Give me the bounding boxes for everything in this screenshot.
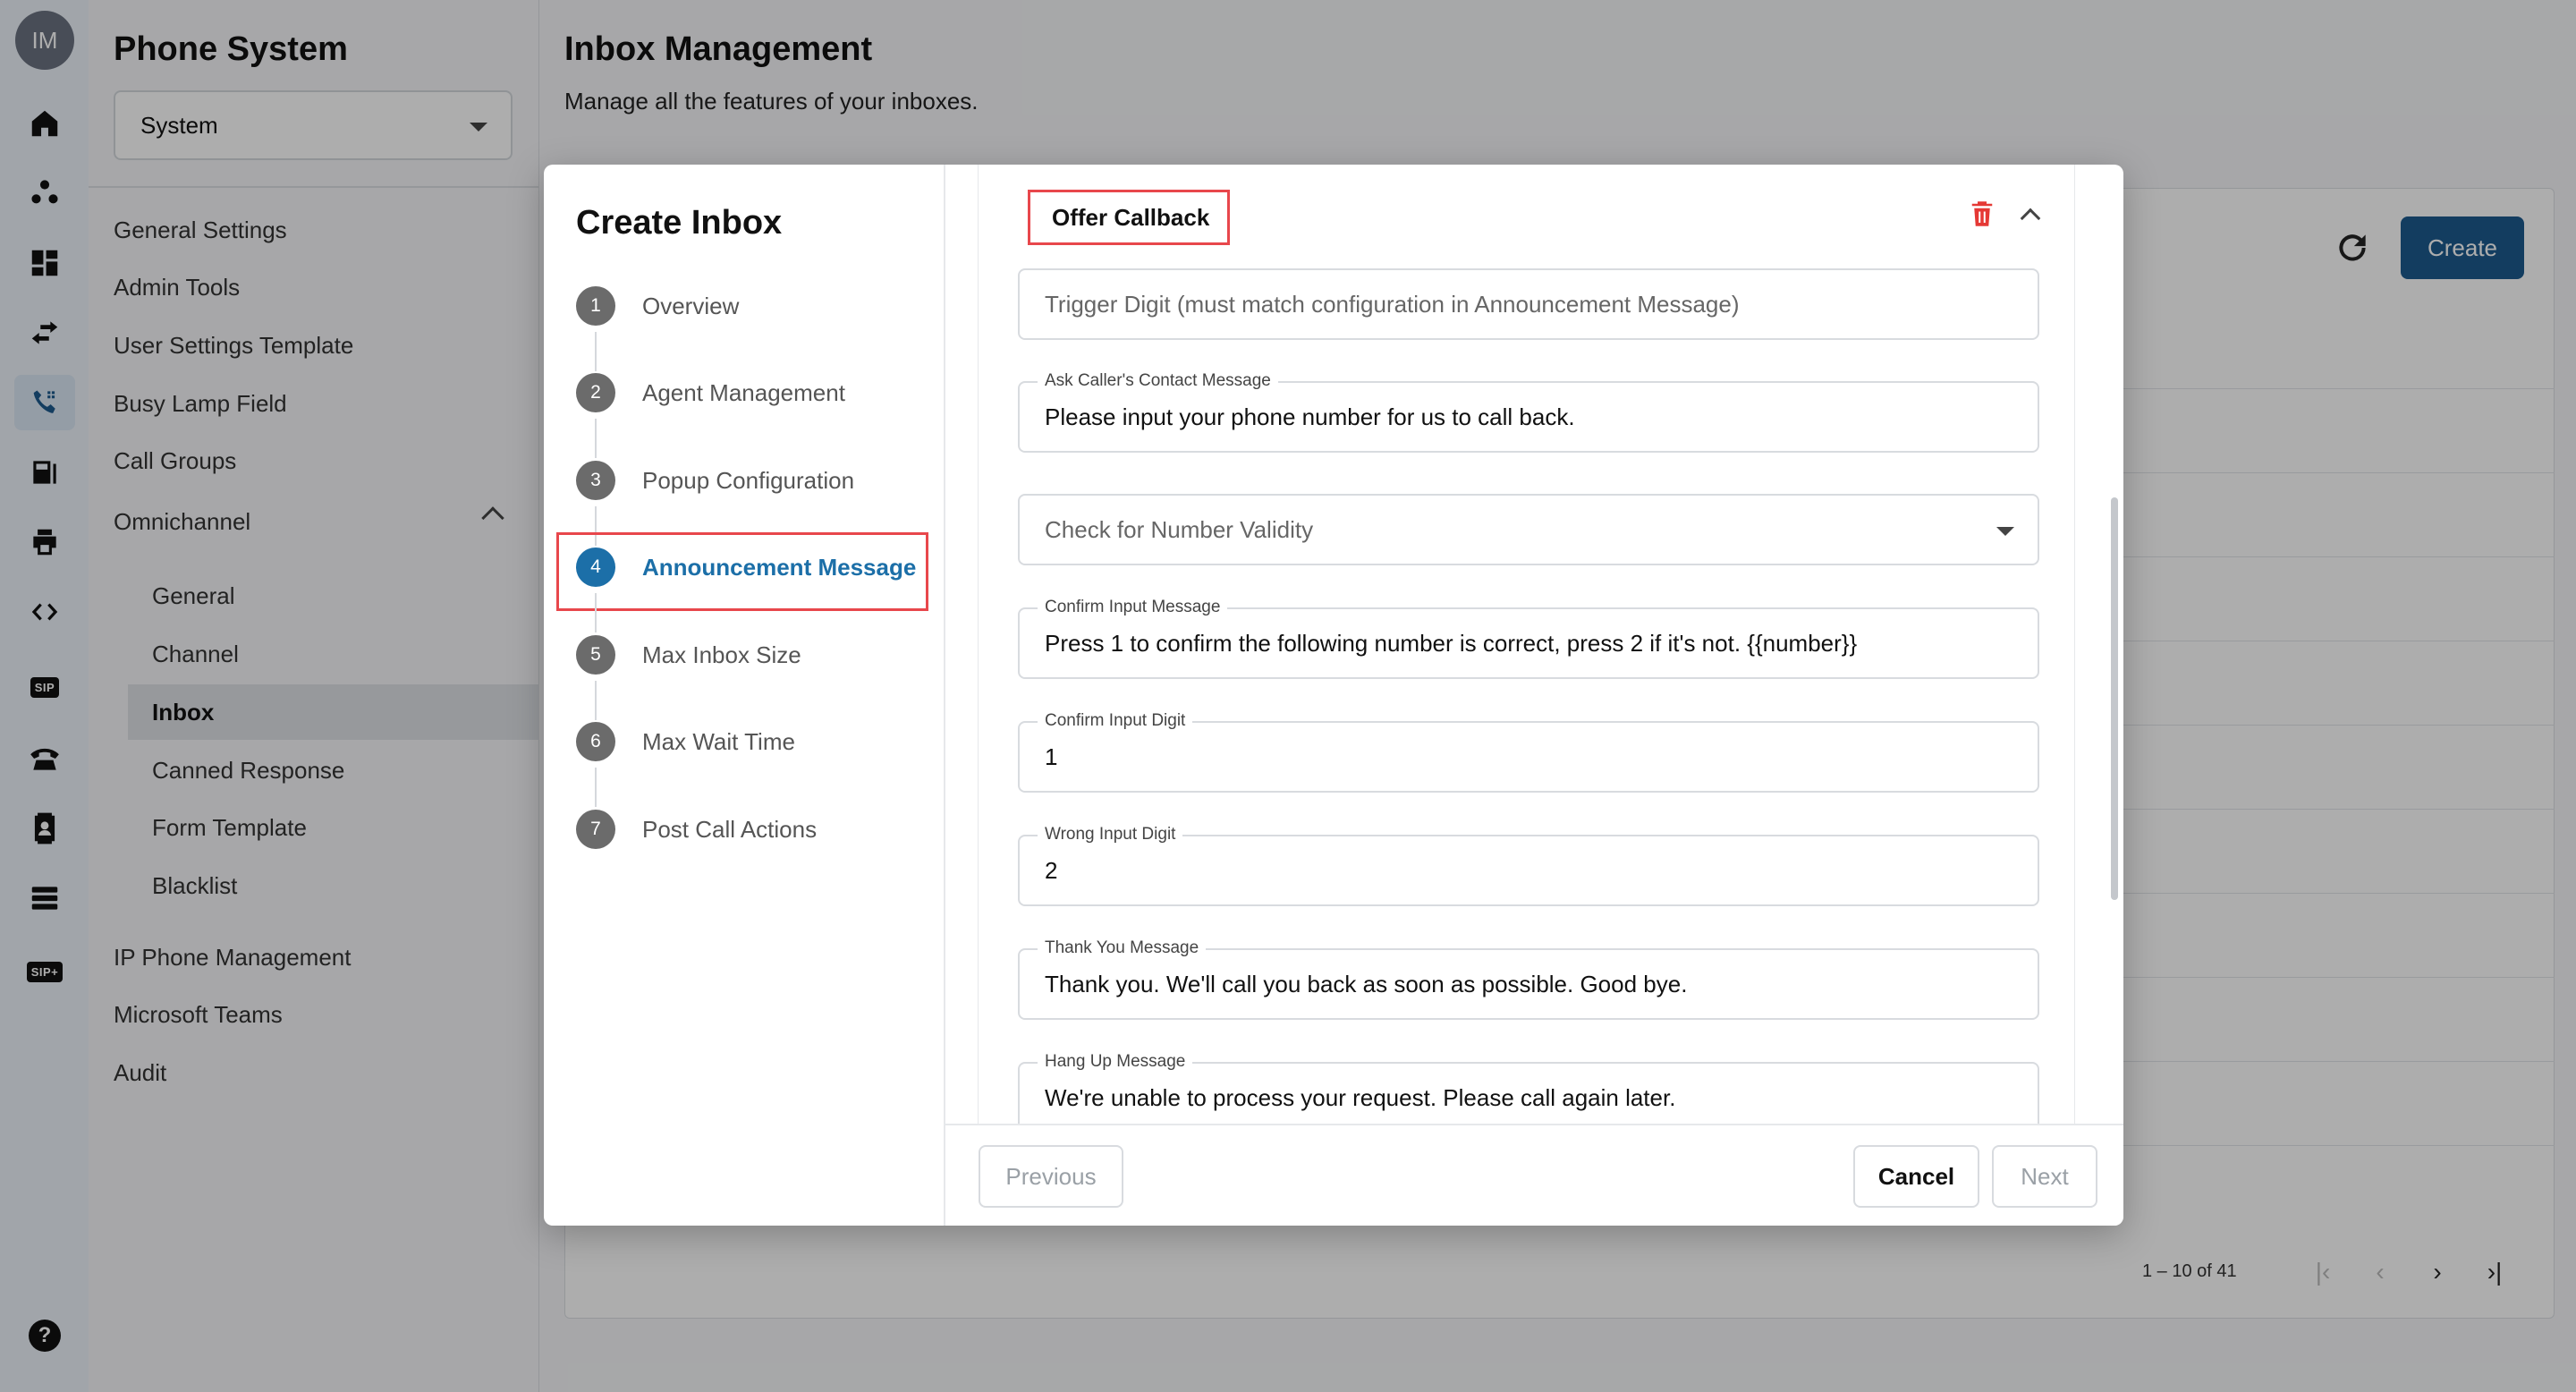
confirm-input-message-input[interactable]: Confirm Input Message Press 1 to confirm… <box>1018 598 2039 679</box>
form-panel: Offer Callback Trigger Digit (must match… <box>945 165 2123 1124</box>
step-connector <box>595 332 597 371</box>
step-connector <box>595 593 597 632</box>
trigger-digit-input[interactable]: Trigger Digit (must match configuration … <box>1018 268 2039 340</box>
field-value: Please input your phone number for us to… <box>1045 403 1575 430</box>
step-max-inbox-size[interactable]: 5 Max Inbox Size <box>576 634 801 675</box>
step-number: 6 <box>576 722 615 761</box>
step-label: Overview <box>642 292 740 319</box>
step-number: 2 <box>576 373 615 412</box>
chevron-down-icon <box>1996 527 2014 536</box>
form-scrollbar[interactable] <box>2111 497 2118 900</box>
field-value: Press 1 to confirm the following number … <box>1045 629 1858 657</box>
step-connector <box>595 768 597 807</box>
field-label: Confirm Input Message <box>1038 598 1228 617</box>
step-number: 1 <box>576 286 615 326</box>
thank-you-message-input[interactable]: Thank You Message Thank you. We'll call … <box>1018 938 2039 1020</box>
step-connector <box>595 681 597 720</box>
stepper: Create Inbox 1 Overview 2 Agent Manageme… <box>544 165 945 1226</box>
step-overview[interactable]: 1 Overview <box>576 285 739 327</box>
previous-button[interactable]: Previous <box>979 1145 1123 1208</box>
step-agent-management[interactable]: 2 Agent Management <box>576 372 845 413</box>
wrong-input-digit-input[interactable]: Wrong Input Digit 2 <box>1018 825 2039 906</box>
field-value: 1 <box>1045 743 1058 770</box>
field-value: We're unable to process your request. Pl… <box>1045 1083 1676 1111</box>
step-label: Max Inbox Size <box>642 641 801 668</box>
section-title: Offer Callback <box>1028 190 1230 245</box>
step-label: Popup Configuration <box>642 466 855 494</box>
trash-icon[interactable] <box>1969 199 1996 229</box>
trigger-digit-placeholder: Trigger Digit (must match configuration … <box>1045 290 1740 318</box>
next-button[interactable]: Next <box>1992 1145 2097 1208</box>
field-value: Thank you. We'll call you back as soon a… <box>1045 970 1688 997</box>
cancel-button[interactable]: Cancel <box>1853 1145 1979 1208</box>
modal-footer: Previous Cancel Next <box>945 1124 2123 1226</box>
confirm-input-digit-input[interactable]: Confirm Input Digit 1 <box>1018 711 2039 793</box>
field-label: Hang Up Message <box>1038 1052 1193 1072</box>
step-number: 7 <box>576 810 615 849</box>
active-step-highlight <box>556 532 928 611</box>
step-popup-configuration[interactable]: 3 Popup Configuration <box>576 460 854 501</box>
modal-title: Create Inbox <box>576 204 783 242</box>
field-label: Confirm Input Digit <box>1038 711 1193 731</box>
create-inbox-modal: Create Inbox 1 Overview 2 Agent Manageme… <box>544 165 2123 1226</box>
step-number: 5 <box>576 635 615 675</box>
field-label: Thank You Message <box>1038 938 1207 958</box>
step-label: Agent Management <box>642 378 845 406</box>
step-label: Post Call Actions <box>642 815 818 843</box>
field-value: 2 <box>1045 856 1058 884</box>
step-post-call-actions[interactable]: 7 Post Call Actions <box>576 809 817 850</box>
step-connector <box>595 419 597 458</box>
number-validity-placeholder: Check for Number Validity <box>1045 515 1314 543</box>
field-label: Ask Caller's Contact Message <box>1038 371 1278 391</box>
step-max-wait-time[interactable]: 6 Max Wait Time <box>576 721 795 762</box>
ask-contact-message-input[interactable]: Ask Caller's Contact Message Please inpu… <box>1018 371 2039 453</box>
field-label: Wrong Input Digit <box>1038 825 1183 845</box>
hang-up-message-input[interactable]: Hang Up Message We're unable to process … <box>1018 1052 2039 1124</box>
step-number: 3 <box>576 461 615 500</box>
step-label: Max Wait Time <box>642 727 795 755</box>
number-validity-select[interactable]: Check for Number Validity <box>1018 494 2039 565</box>
